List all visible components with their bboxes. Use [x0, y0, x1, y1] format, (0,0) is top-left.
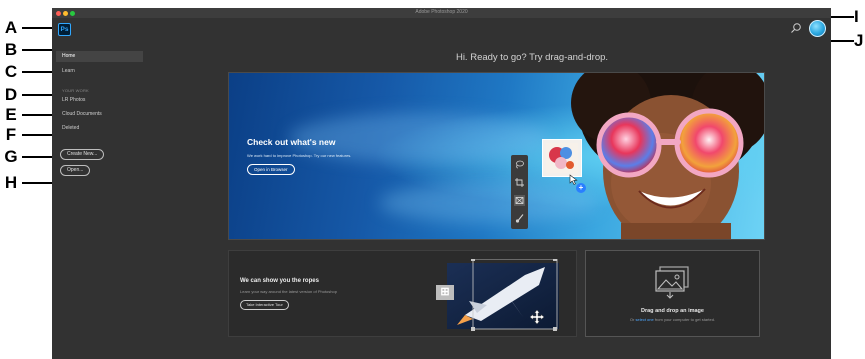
frame-tool-icon: [514, 195, 525, 206]
banner-title: Check out what's new: [247, 137, 336, 147]
callout-g: G: [4, 147, 18, 166]
callout-e: E: [5, 105, 17, 124]
callout-b: B: [4, 40, 18, 59]
portrait-woman-sunglasses-image: [571, 73, 764, 239]
callout-i: I: [854, 7, 859, 26]
interactive-tour-card: We can show you the ropes Learn your way…: [228, 250, 577, 337]
create-new-button[interactable]: Create New...: [60, 149, 105, 160]
brush-tool-icon: [515, 214, 524, 223]
callout-h: H: [4, 173, 18, 192]
sidebar-item-learn[interactable]: Learn: [56, 66, 143, 77]
callout-a: A: [4, 18, 18, 37]
search-icon[interactable]: [790, 22, 802, 34]
photoshop-window: Adobe Photoshop 2020 Ps Home Learn YOUR …: [52, 8, 831, 359]
sidebar-item-home[interactable]: Home: [56, 51, 143, 62]
callout-a-line: [22, 27, 55, 29]
sidebar-item-lr-photos[interactable]: LR Photos: [56, 95, 143, 106]
crop-tool-icon: [515, 178, 524, 187]
open-button[interactable]: Open...: [60, 165, 91, 176]
callout-f: F: [5, 125, 17, 144]
banner-subtitle: We work hard to improve Photoshop. Try o…: [247, 153, 352, 158]
tools-panel: [511, 155, 528, 229]
drop-card-subtitle: Or select one from your computer to get …: [586, 317, 759, 322]
sidebar-item-cloud-documents[interactable]: Cloud Documents: [56, 109, 143, 120]
drop-subtitle-suffix: from your computer to get started.: [653, 317, 716, 322]
move-handle-icon: ⊞: [436, 285, 454, 300]
take-interactive-tour-button[interactable]: Take Interactive Tour: [240, 300, 289, 310]
window-title: Adobe Photoshop 2020: [415, 9, 468, 15]
callout-c: C: [4, 62, 18, 81]
move-arrows-icon: [529, 309, 545, 325]
whats-new-banner[interactable]: Check out what's new We work hard to imp…: [228, 72, 765, 240]
sidebar-section-your-work: YOUR WORK: [62, 88, 89, 93]
lasso-tool-icon: [516, 160, 524, 169]
drop-card-title: Drag and drop an image: [641, 308, 704, 314]
sidebar-item-deleted[interactable]: Deleted: [56, 123, 143, 134]
photoshop-logo-icon[interactable]: Ps: [58, 23, 71, 36]
drag-drop-card[interactable]: Drag and drop an image Or select one fro…: [585, 250, 760, 337]
callout-d: D: [4, 85, 18, 104]
open-in-browser-button[interactable]: Open in Browser: [247, 164, 295, 175]
tour-card-subtitle: Learn your way around the latest version…: [240, 289, 337, 294]
title-bar: Adobe Photoshop 2020: [52, 8, 831, 18]
select-one-link[interactable]: select one: [635, 317, 653, 322]
welcome-headline: Hi. Ready to go? Try drag-and-drop.: [455, 52, 609, 63]
image-drop-icon: [655, 266, 689, 299]
user-avatar-icon[interactable]: [809, 20, 826, 37]
tour-card-title: We can show you the ropes: [240, 278, 319, 284]
callout-j: J: [854, 31, 864, 50]
